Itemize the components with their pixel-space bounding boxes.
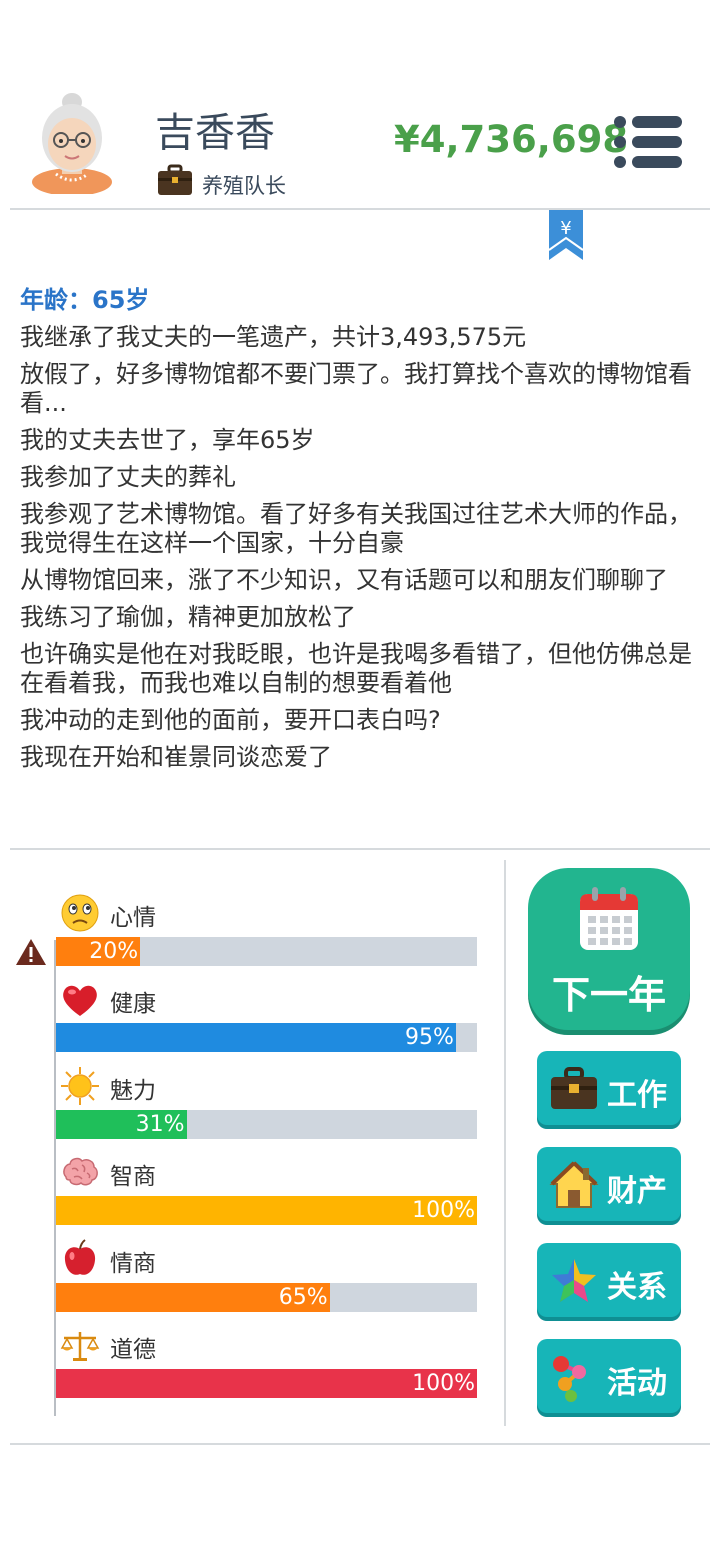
brain-icon xyxy=(60,1153,100,1193)
log-line: 我参加了丈夫的葬礼 xyxy=(20,463,236,491)
avatar xyxy=(30,90,114,196)
sad-face-icon xyxy=(60,893,100,933)
money-balance: ¥4,736,698 xyxy=(394,118,629,161)
log-line: 我冲动的走到他的面前，要开口表白吗? xyxy=(20,706,441,734)
house-icon xyxy=(549,1160,599,1210)
stat-label-morality: 道德 xyxy=(110,1337,156,1363)
health-value: 95% xyxy=(405,1025,454,1050)
property-label: 财产 xyxy=(607,1174,667,1209)
next-year-label: 下一年 xyxy=(551,973,666,1017)
panel-divider xyxy=(504,860,506,1426)
property-button[interactable]: 财产 xyxy=(537,1147,681,1221)
iq-bar-fill: 100% xyxy=(56,1196,477,1225)
briefcase-icon xyxy=(157,164,193,196)
eq-bar-fill: 65% xyxy=(56,1283,330,1312)
stat-label-charm: 魅力 xyxy=(110,1078,156,1104)
apple-icon xyxy=(60,1239,100,1279)
heart-icon xyxy=(60,980,100,1020)
job-title: 养殖队长 xyxy=(202,174,286,198)
log-line: 我继承了我丈夫的一笔遗产，共计3,493,575元 xyxy=(20,323,527,351)
star-icon xyxy=(549,1256,599,1306)
relations-button[interactable]: 关系 xyxy=(537,1243,681,1317)
scales-icon xyxy=(60,1326,100,1366)
next-year-button[interactable]: 下一年 xyxy=(528,868,690,1030)
mood-bar: 20% xyxy=(56,937,477,966)
player-name: 吉香香 xyxy=(155,110,275,156)
age-heading: 年龄：65岁 xyxy=(20,286,150,314)
mood-value: 20% xyxy=(89,939,139,964)
log-divider xyxy=(10,848,710,850)
morality-value: 100% xyxy=(412,1371,475,1396)
morality-bar: 100% xyxy=(56,1369,477,1398)
charm-value: 31% xyxy=(135,1112,185,1137)
eq-bar: 65% xyxy=(56,1283,477,1312)
stat-label-health: 健康 xyxy=(110,991,156,1017)
log-line: 我练习了瑜伽，精神更加放松了 xyxy=(20,603,356,631)
log-line: 我的丈夫去世了，享年65岁 xyxy=(20,426,315,454)
yuan-bookmark-icon[interactable]: ¥ xyxy=(547,210,585,262)
mood-bar-fill: 20% xyxy=(56,937,141,966)
activities-button[interactable]: 活动 xyxy=(537,1339,681,1413)
log-line: 放假了，好多博物馆都不要门票了。我打算找个喜欢的博物馆看看... xyxy=(20,360,692,417)
charm-bar: 31% xyxy=(56,1110,477,1139)
log-line: 我现在开始和崔景同谈恋爱了 xyxy=(20,743,332,771)
work-button[interactable]: 工作 xyxy=(537,1051,681,1125)
log-line: 也许确实是他在对我眨眼，也许是我喝多看错了，但他仿佛总是在看着我，而我也难以自制… xyxy=(20,640,692,697)
eq-value: 65% xyxy=(278,1285,328,1310)
morality-bar-fill: 100% xyxy=(56,1369,477,1398)
briefcase-icon xyxy=(549,1064,599,1114)
health-bar: 95% xyxy=(56,1023,477,1052)
warning-icon xyxy=(15,938,47,966)
menu-icon[interactable] xyxy=(612,114,684,170)
bottom-divider xyxy=(10,1443,710,1445)
header-divider xyxy=(10,208,710,210)
stat-label-iq: 智商 xyxy=(110,1164,156,1190)
work-label: 工作 xyxy=(607,1078,667,1113)
iq-value: 100% xyxy=(412,1198,475,1223)
log-line: 从博物馆回来，涨了不少知识，又有话题可以和朋友们聊聊了 xyxy=(20,566,668,594)
stat-label-mood: 心情 xyxy=(110,905,156,931)
health-bar-fill: 95% xyxy=(56,1023,456,1052)
activities-label: 活动 xyxy=(607,1366,667,1401)
svg-text:¥: ¥ xyxy=(560,218,571,239)
relations-label: 关系 xyxy=(607,1270,667,1305)
stats-axis-line xyxy=(54,940,56,1416)
activity-dots-icon xyxy=(549,1352,599,1402)
iq-bar: 100% xyxy=(56,1196,477,1225)
stat-label-eq: 情商 xyxy=(110,1251,156,1277)
log-line: 我参观了艺术博物馆。看了好多有关我国过往艺术大师的作品，我觉得生在这样一个国家，… xyxy=(20,500,692,557)
calendar-icon xyxy=(578,886,640,952)
charm-bar-fill: 31% xyxy=(56,1110,187,1139)
life-event-log: 年龄：65岁 我继承了我丈夫的一笔遗产，共计3,493,575元 放假了，好多博… xyxy=(20,286,700,780)
sun-icon xyxy=(60,1066,100,1106)
